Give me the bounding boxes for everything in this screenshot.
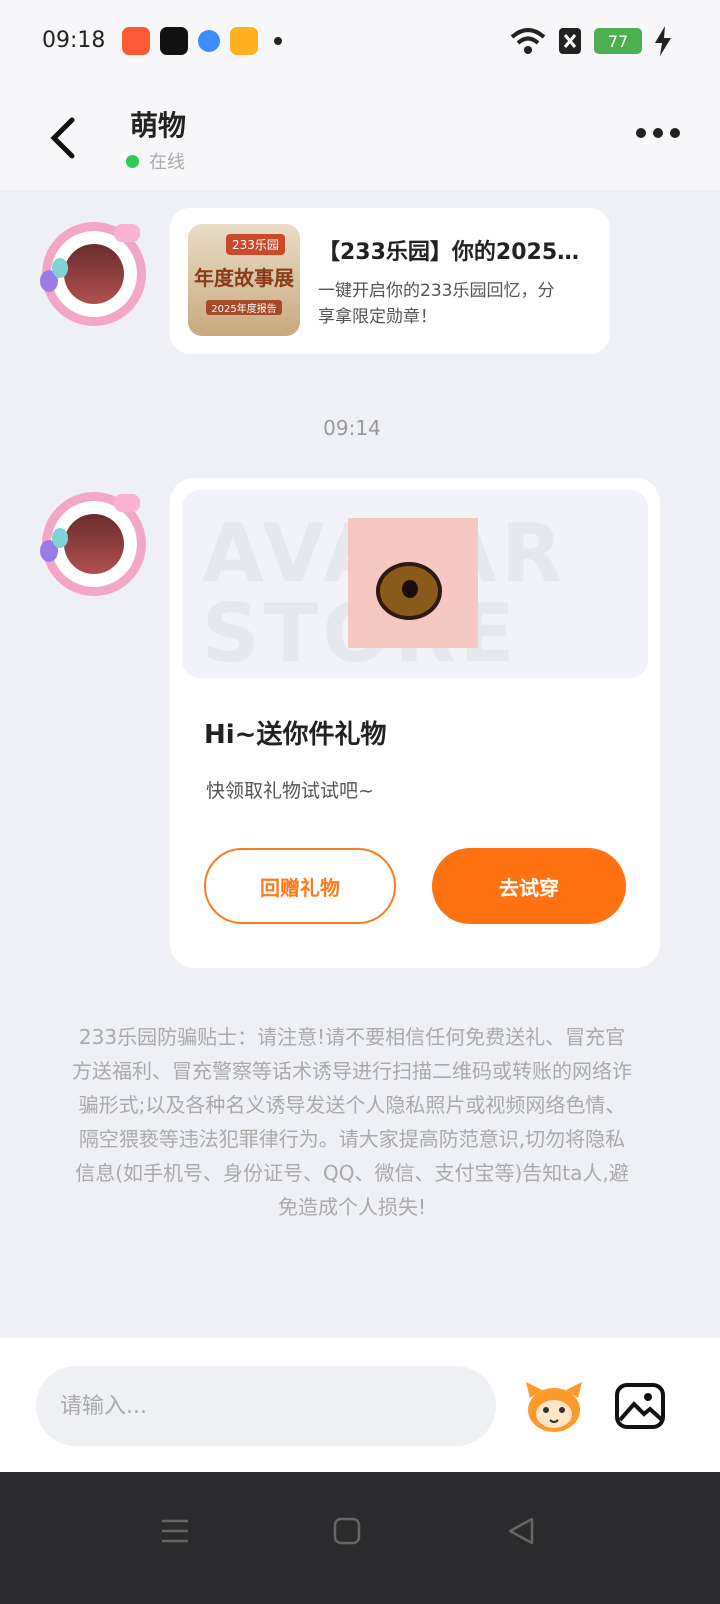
try-on-button[interactable]: 去试穿 xyxy=(432,848,626,924)
promo-badge: 233乐园 xyxy=(226,234,285,255)
menu-icon[interactable] xyxy=(160,1516,190,1546)
online-dot-icon xyxy=(126,154,139,168)
gift-banner: AVATAR STORE xyxy=(182,490,648,678)
more-notifications-dot xyxy=(274,37,282,45)
online-status: 在线 xyxy=(126,148,185,174)
sim-disabled-icon xyxy=(559,28,581,54)
chat-header: 萌物 在线 xyxy=(0,86,720,190)
gift-heading: Hi~送你件礼物 xyxy=(204,720,387,750)
notification-icons xyxy=(122,27,282,55)
system-navigation-bar xyxy=(0,1472,720,1604)
promo-title: 【233乐园】你的2025年度报告 xyxy=(318,240,590,265)
gift-item-image xyxy=(348,518,478,648)
online-status-label: 在线 xyxy=(149,152,185,173)
video-app-icon xyxy=(230,27,258,55)
battery-level: 77 xyxy=(607,31,629,51)
tiktok-icon xyxy=(160,27,188,55)
back-arrow-icon[interactable] xyxy=(44,116,80,160)
more-options-button[interactable] xyxy=(636,128,680,138)
sender-avatar[interactable] xyxy=(40,492,146,596)
promo-message-card[interactable]: 233乐园 年度故事展 2025年度报告 【233乐园】你的2025年度报告 一… xyxy=(170,208,610,354)
app-notification-icon xyxy=(122,27,150,55)
return-gift-button[interactable]: 回赠礼物 xyxy=(204,848,396,924)
message-input-bar xyxy=(0,1338,720,1472)
promo-thumbnail: 233乐园 年度故事展 2025年度报告 xyxy=(188,224,300,336)
battery-indicator: 77 xyxy=(594,28,642,54)
gift-message-card: AVATAR STORE Hi~送你件礼物 快领取礼物试试吧~ 回赠礼物 去试穿 xyxy=(170,478,660,968)
promo-thumb-title: 年度故事展 xyxy=(194,266,294,290)
status-bar: 09:18 77 xyxy=(0,0,720,86)
gift-subtitle: 快领取礼物试试吧~ xyxy=(206,780,374,802)
charging-icon xyxy=(655,26,671,56)
emoji-mascot-icon[interactable] xyxy=(522,1378,586,1434)
message-timestamp: 09:14 xyxy=(323,416,381,440)
wifi-icon xyxy=(510,28,546,54)
sender-avatar[interactable] xyxy=(40,222,146,326)
home-icon[interactable] xyxy=(332,1516,362,1546)
status-time: 09:18 xyxy=(42,28,106,53)
contact-name: 萌物 xyxy=(130,109,187,142)
anti-fraud-notice: 233乐园防骗贴士：请注意!请不要相信任何免费送礼、冒充官方送福利、冒充警察等话… xyxy=(72,1025,632,1219)
browser-icon xyxy=(198,30,220,52)
message-input[interactable] xyxy=(36,1366,496,1446)
back-nav-icon[interactable] xyxy=(506,1516,536,1546)
promo-thumb-subtitle: 2025年度报告 xyxy=(206,300,282,315)
image-picker-icon[interactable] xyxy=(614,1382,666,1430)
promo-description: 一键开启你的233乐园回忆，分享拿限定勋章！ xyxy=(318,281,555,327)
